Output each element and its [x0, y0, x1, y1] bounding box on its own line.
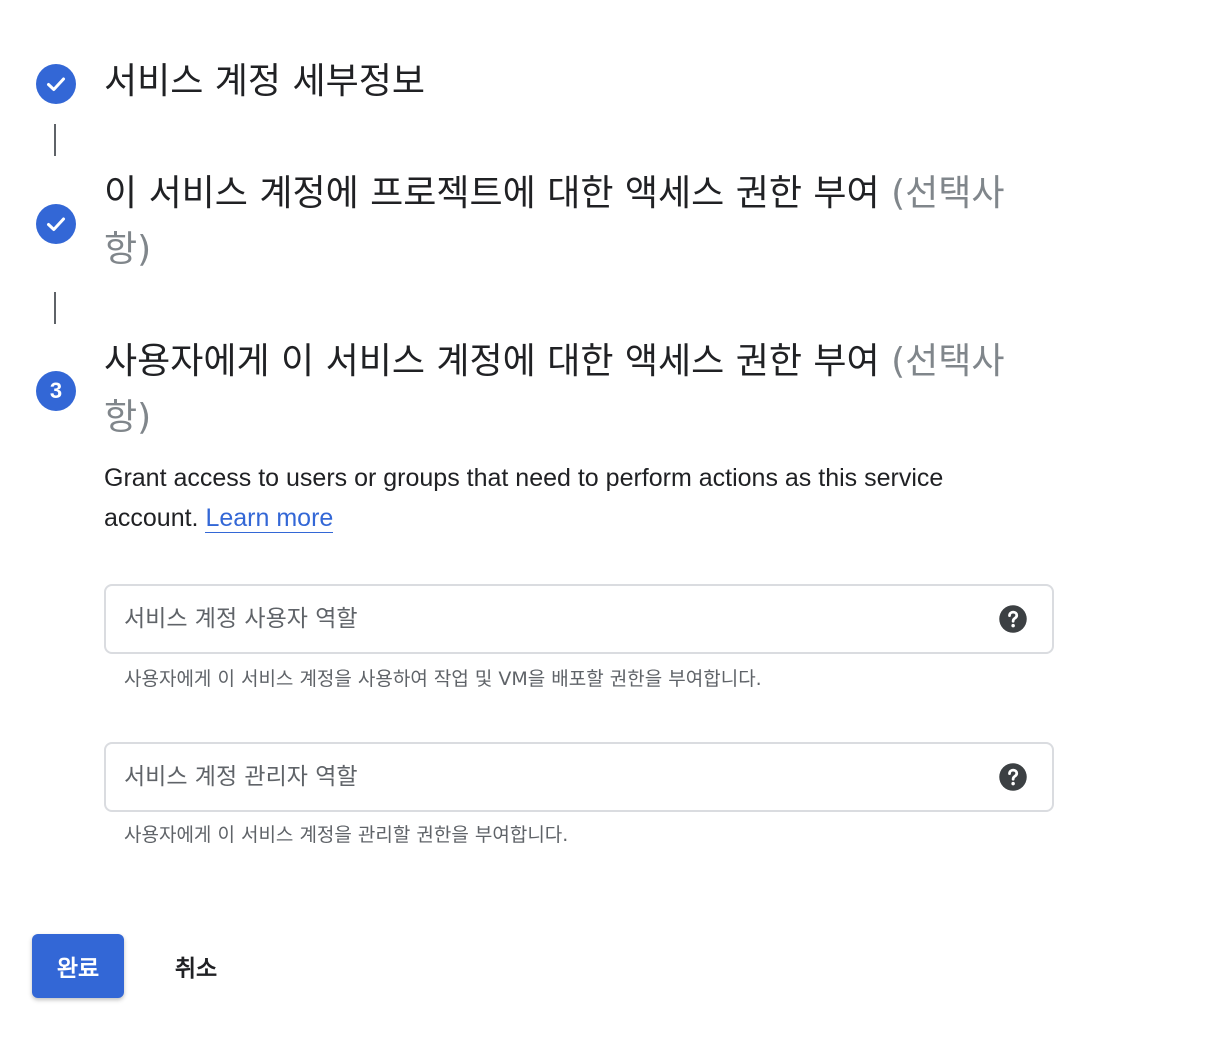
- step-2-completed-check-icon: [36, 204, 76, 244]
- step-1-completed-check-icon: [36, 64, 76, 104]
- service-account-admin-role-hint: 사용자에게 이 서비스 계정을 관리할 권한을 부여합니다.: [124, 824, 569, 846]
- step-3-number: 3: [49, 378, 63, 403]
- step-1-title: 서비스 계정 세부정보: [104, 61, 425, 102]
- service-account-user-role-field[interactable]: [104, 584, 1054, 654]
- step-connector: [54, 292, 56, 324]
- learn-more-link[interactable]: Learn more: [205, 504, 334, 533]
- service-account-admin-role-input[interactable]: [124, 744, 964, 810]
- step-3-title: 사용자에게 이 서비스 계정에 대한 액세스 권한 부여 (선택사항): [104, 334, 1044, 446]
- done-button[interactable]: 완료: [32, 934, 124, 998]
- step-3-description: Grant access to users or groups that nee…: [104, 458, 1004, 538]
- step-2-title-text: 이 서비스 계정에 프로젝트에 대한 액세스 권한 부여: [104, 173, 880, 214]
- step-3-number-badge: 3: [36, 371, 76, 411]
- step-connector: [54, 124, 56, 156]
- help-icon[interactable]: [998, 762, 1028, 792]
- step-2-title: 이 서비스 계정에 프로젝트에 대한 액세스 권한 부여 (선택사항): [104, 166, 1044, 278]
- service-account-user-role-input[interactable]: [124, 586, 964, 652]
- service-account-admin-role-field[interactable]: [104, 742, 1054, 812]
- cancel-button[interactable]: 취소: [152, 934, 240, 998]
- service-account-user-role-hint: 사용자에게 이 서비스 계정을 사용하여 작업 및 VM을 배포할 권한을 부여…: [124, 668, 762, 690]
- step-3-title-text: 사용자에게 이 서비스 계정에 대한 액세스 권한 부여: [104, 341, 880, 382]
- help-icon[interactable]: [998, 604, 1028, 634]
